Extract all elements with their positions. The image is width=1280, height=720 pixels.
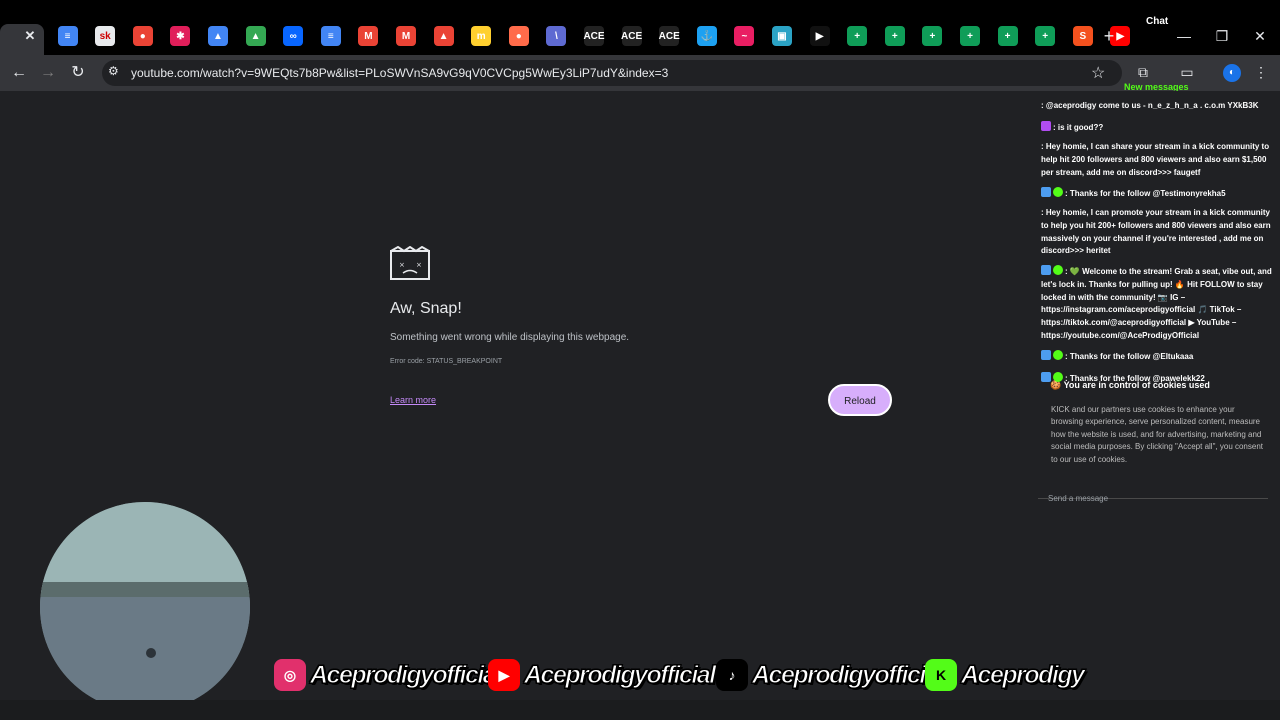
extensions-icon[interactable]: ⧉ bbox=[1134, 63, 1152, 81]
social-handle-text: Aceprodigyofficial bbox=[752, 660, 945, 689]
chat-message: : Hey homie, I can promote your stream i… bbox=[1041, 207, 1273, 258]
app-icon[interactable]: S bbox=[1072, 26, 1093, 46]
social-handle: ♪ Aceprodigyofficial bbox=[716, 656, 945, 694]
chat-message: : is it good?? bbox=[1041, 121, 1273, 135]
webcam-foreground bbox=[40, 597, 250, 712]
social-handle: ▶ Aceprodigyofficial bbox=[488, 656, 717, 694]
gmail-icon[interactable]: M bbox=[396, 26, 416, 46]
sad-tab-icon: × × bbox=[390, 246, 430, 280]
google-sheets-icon[interactable]: + bbox=[884, 26, 905, 46]
app-icon[interactable]: ⚓ bbox=[696, 26, 717, 46]
cookie-banner-body: KICK and our partners use cookies to enh… bbox=[1051, 405, 1264, 464]
linear-icon[interactable]: \ bbox=[546, 26, 567, 46]
verified-badge-icon bbox=[1053, 350, 1063, 360]
sk-icon[interactable]: sk bbox=[95, 26, 116, 46]
kick-icon: K bbox=[925, 659, 957, 691]
learn-more-link[interactable]: Learn more bbox=[390, 395, 436, 405]
social-handle-text: Aceprodigyofficial bbox=[524, 660, 717, 689]
google-sheets-icon[interactable]: + bbox=[997, 26, 1018, 46]
google-ads-icon[interactable]: ▲ bbox=[208, 26, 228, 46]
google-sheets-icon[interactable]: + bbox=[1035, 26, 1056, 46]
chat-message: : Thanks for the follow @Testimonyrekha5 bbox=[1041, 187, 1273, 201]
google-docs-icon[interactable]: ≡ bbox=[320, 26, 341, 46]
close-window-icon[interactable]: ✕ bbox=[1251, 27, 1269, 45]
app-icon[interactable]: ▶ bbox=[809, 26, 830, 46]
refresh-icon[interactable]: ↻ bbox=[68, 63, 88, 83]
mic-badge-icon bbox=[1041, 121, 1051, 131]
verified-badge-icon bbox=[1053, 265, 1063, 275]
chat-message: : Thanks for the follow @pawelekk22 bbox=[1041, 372, 1273, 386]
chat-message-text: : Hey homie, I can promote your stream i… bbox=[1041, 208, 1271, 256]
gmail-icon[interactable]: M bbox=[358, 26, 379, 46]
google-drive-icon[interactable]: ▲ bbox=[245, 26, 266, 46]
webcam-object bbox=[146, 648, 156, 658]
back-icon[interactable]: ← bbox=[9, 63, 29, 83]
slack-icon[interactable]: ✱ bbox=[170, 26, 191, 46]
bot-badge-icon bbox=[1041, 350, 1051, 360]
bot-badge-icon bbox=[1041, 187, 1051, 197]
address-url[interactable]: youtube.com/watch?v=9WEQts7b8Pw&list=PLo… bbox=[131, 66, 668, 80]
verified-badge-icon bbox=[1053, 372, 1063, 382]
restore-icon[interactable]: ❐ bbox=[1213, 27, 1231, 45]
social-handle: K Aceprodigy bbox=[925, 656, 1086, 694]
chat-message-text: : is it good?? bbox=[1053, 123, 1104, 132]
bottom-strip bbox=[0, 700, 1280, 720]
chat-input[interactable]: Send a message bbox=[1048, 494, 1108, 503]
app-icon[interactable]: ● bbox=[508, 26, 529, 46]
chat-message: : 💚 Welcome to the stream! Grab a seat, … bbox=[1041, 265, 1273, 343]
miro-icon[interactable]: m bbox=[471, 26, 492, 46]
chat-label: Chat bbox=[1146, 16, 1169, 27]
meta-icon[interactable]: ∞ bbox=[283, 26, 304, 46]
error-code: Error code: STATUS_BREAKPOINT bbox=[390, 358, 503, 365]
app-icon[interactable]: ▣ bbox=[772, 26, 792, 46]
chat-message-text: : @aceprodigy come to us - n_e_z_h_n_a .… bbox=[1041, 101, 1259, 110]
ace-icon[interactable]: ACE bbox=[583, 26, 605, 46]
chat-message: : Hey homie, I can share your stream in … bbox=[1041, 141, 1273, 179]
social-handle-text: Aceprodigyofficial bbox=[310, 660, 503, 689]
new-tab-button[interactable]: + bbox=[1100, 27, 1118, 45]
chat-message-text: : Thanks for the follow @Eltukaaa bbox=[1065, 352, 1194, 361]
minimize-icon[interactable]: — bbox=[1175, 27, 1193, 45]
site-info-icon[interactable]: ⚙ bbox=[108, 64, 122, 78]
menu-icon[interactable]: ⋮ bbox=[1252, 63, 1270, 81]
reload-button[interactable]: Reload bbox=[828, 384, 892, 416]
webcam-overlay bbox=[40, 502, 250, 712]
social-handle-text: Aceprodigy bbox=[961, 660, 1086, 689]
bot-badge-icon bbox=[1041, 372, 1051, 382]
app-icon[interactable]: ● bbox=[132, 26, 153, 46]
webcam-background bbox=[40, 502, 250, 592]
error-title: Aw, Snap! bbox=[390, 300, 462, 317]
error-message: Something went wrong while displaying th… bbox=[390, 332, 630, 343]
svg-text:×: × bbox=[399, 261, 405, 269]
cast-icon[interactable]: ▭ bbox=[1178, 63, 1196, 81]
google-sheets-icon[interactable]: + bbox=[847, 26, 868, 46]
chat-message-text: : Hey homie, I can share your stream in … bbox=[1041, 142, 1270, 177]
verified-badge-icon bbox=[1053, 187, 1063, 197]
social-handle: ◎ Aceprodigyofficial bbox=[274, 656, 503, 694]
close-icon[interactable]: ✕ bbox=[20, 26, 40, 46]
chat-message-text: : Thanks for the follow @pawelekk22 bbox=[1065, 374, 1205, 383]
chat-message: : Thanks for the follow @Eltukaaa bbox=[1041, 350, 1273, 364]
instagram-icon: ◎ bbox=[274, 659, 306, 691]
tab-bar: ✕ ≡ sk ● ✱ ▲ ▲ ∞ ≡ M M ▲ m ● \ ACE ACE ACE ⚓ ~ ▣ ▶ + + + + + + S ▶ + … bbox=[0, 0, 1280, 55]
bot-badge-icon bbox=[1041, 265, 1051, 275]
youtube-icon: ▶ bbox=[488, 659, 520, 691]
chat-message-text: : 💚 Welcome to the stream! Grab a seat, … bbox=[1041, 267, 1272, 340]
google-sheets-icon[interactable]: + bbox=[922, 26, 943, 46]
ace-icon[interactable]: ACE bbox=[621, 26, 642, 46]
chat-message: : @aceprodigy come to us - n_e_z_h_n_a .… bbox=[1041, 100, 1273, 113]
app-icon[interactable]: ~ bbox=[734, 26, 755, 46]
tiktok-icon: ♪ bbox=[716, 659, 748, 691]
google-docs-icon[interactable]: ≡ bbox=[57, 26, 78, 46]
forward-icon[interactable]: → bbox=[38, 63, 58, 83]
svg-text:×: × bbox=[416, 261, 422, 269]
chat-message-text: : Thanks for the follow @Testimonyrekha5 bbox=[1065, 189, 1226, 198]
google-sheets-icon[interactable]: + bbox=[960, 26, 980, 46]
bookmark-star-icon[interactable]: ☆ bbox=[1091, 63, 1105, 83]
ace-icon[interactable]: ACE bbox=[659, 26, 680, 46]
profile-avatar[interactable]: ◐ bbox=[1223, 64, 1241, 82]
app-icon[interactable]: ▲ bbox=[433, 26, 454, 46]
